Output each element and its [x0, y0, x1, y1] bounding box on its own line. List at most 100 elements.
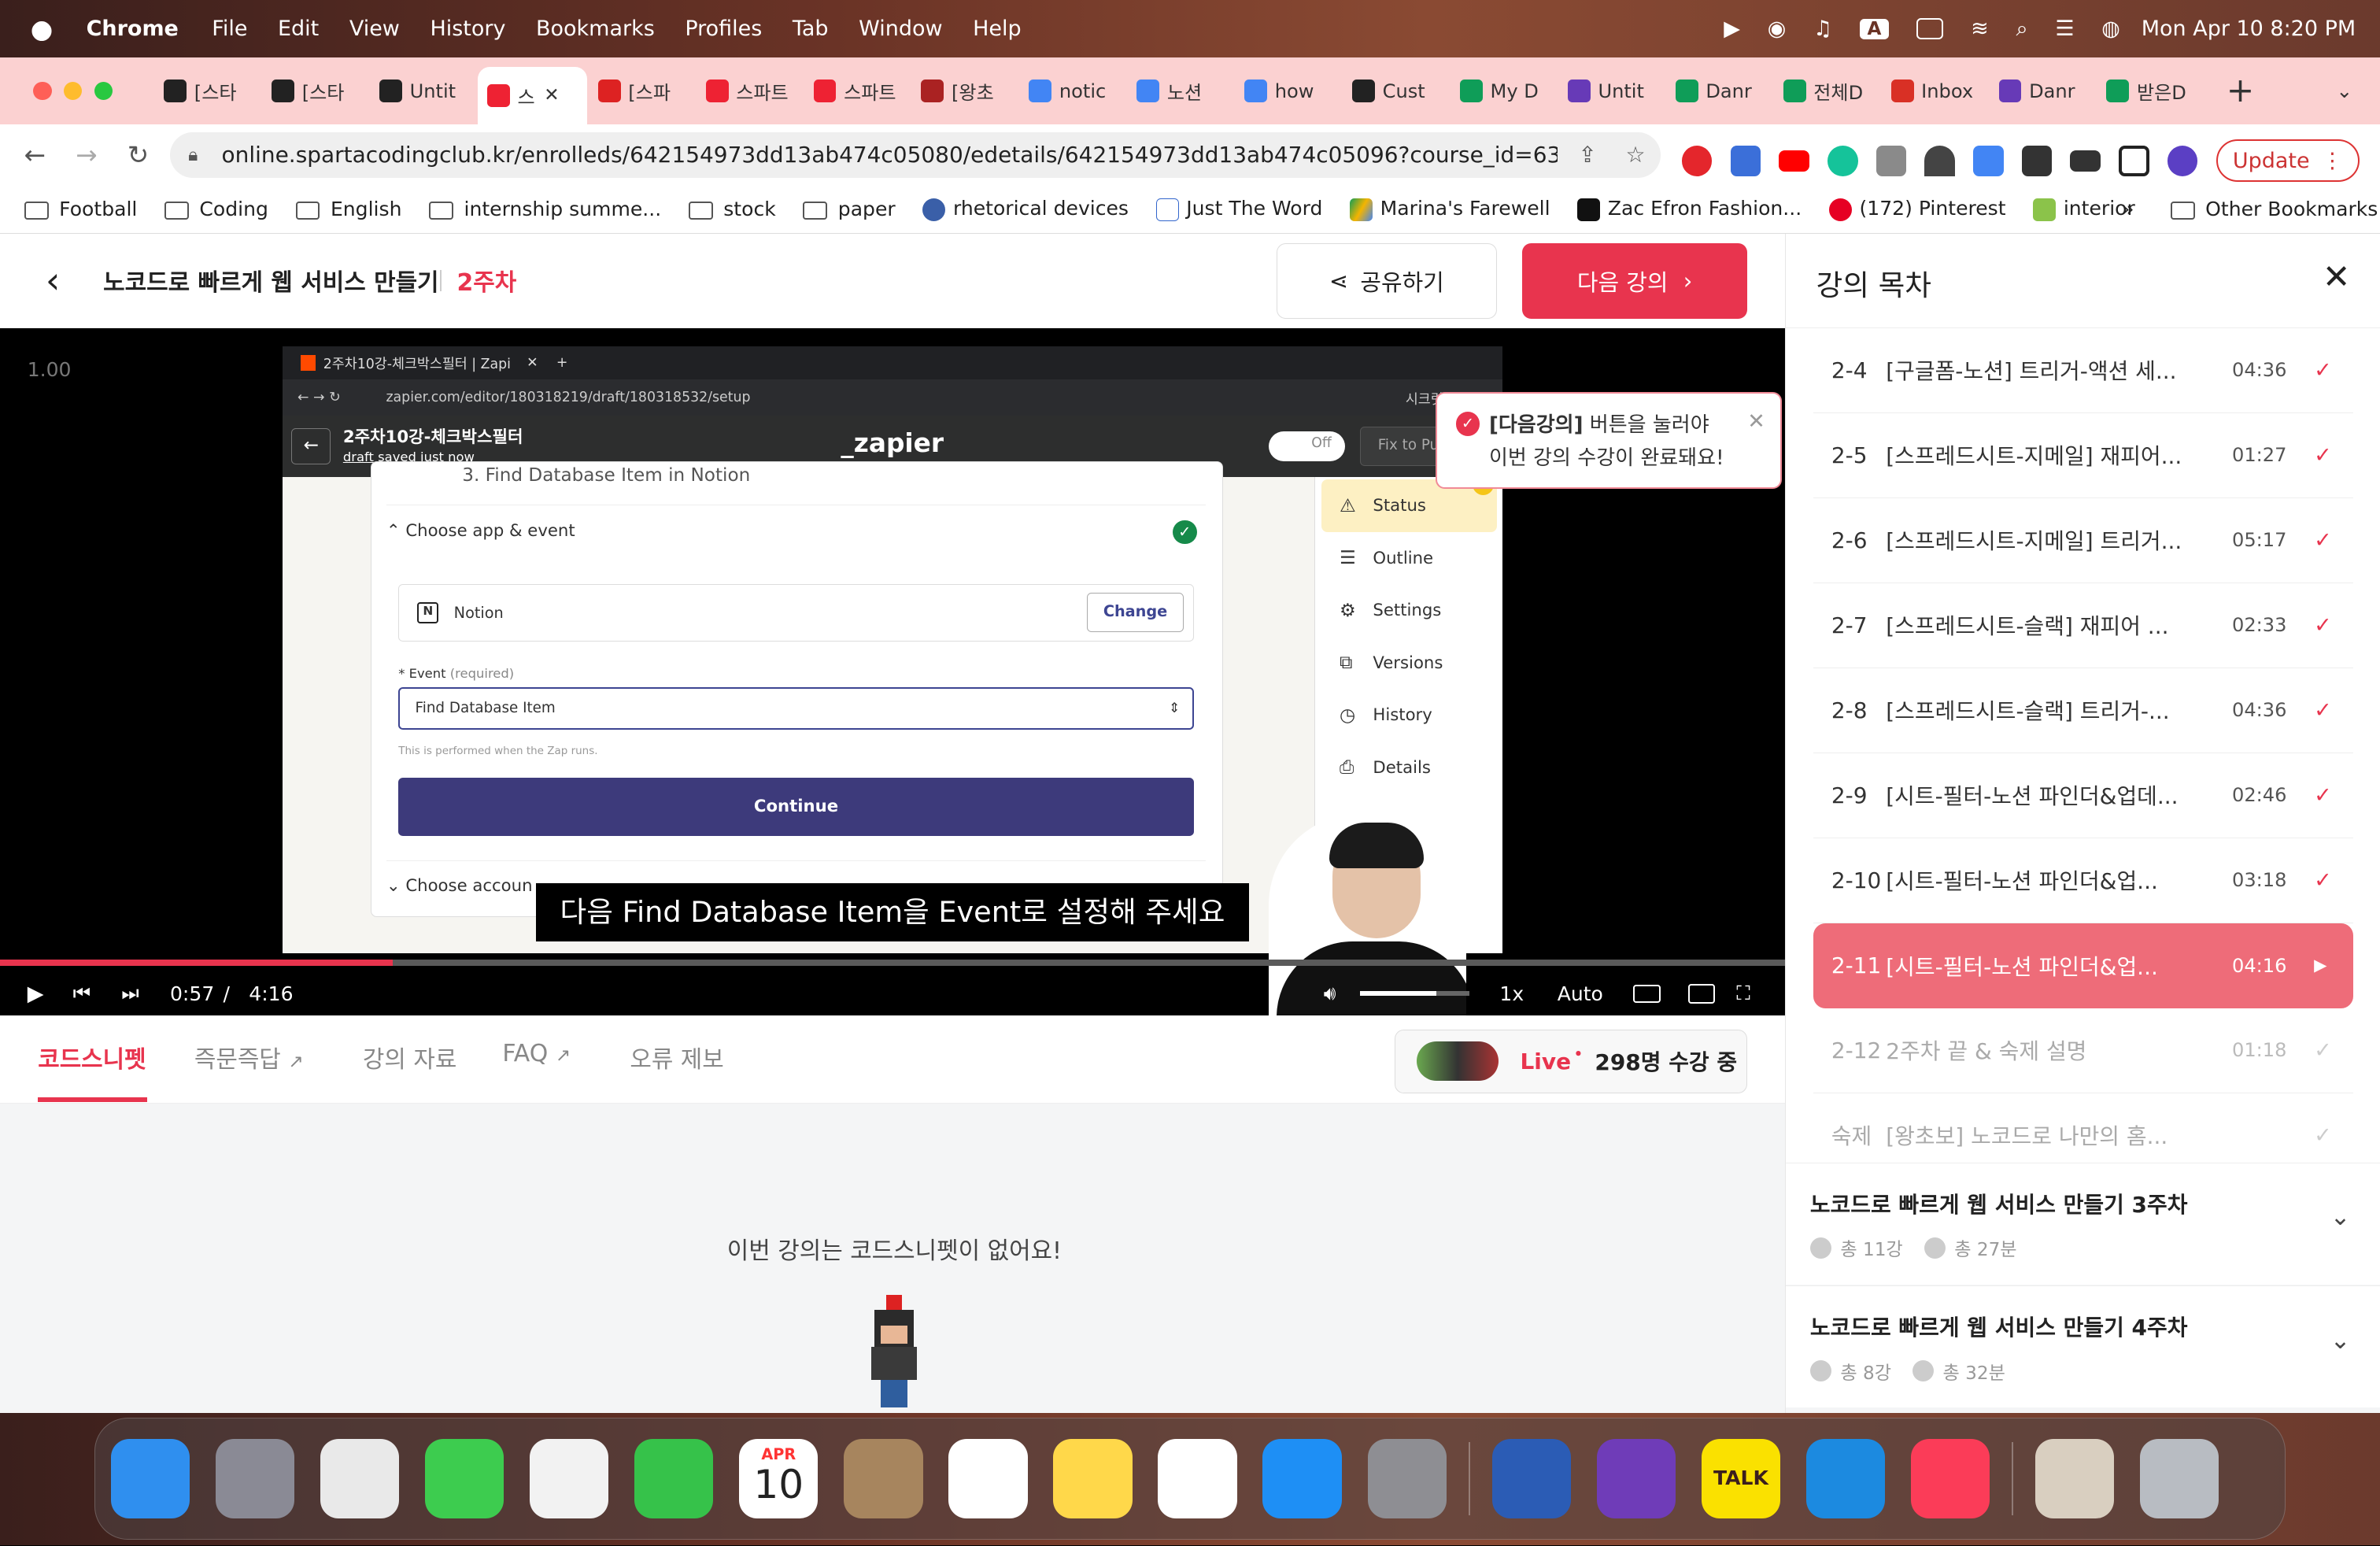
reminders-icon[interactable]: [948, 1439, 1028, 1518]
siri-icon[interactable]: ◍: [2101, 17, 2120, 41]
new-tab-button[interactable]: +: [2227, 72, 2255, 110]
tooltip-close-icon[interactable]: ✕: [1747, 405, 1765, 438]
video-progress-bar[interactable]: [0, 959, 1785, 966]
chat-status-icon[interactable]: ◉: [1768, 17, 1787, 41]
reload-button[interactable]: ↻: [118, 140, 157, 170]
kakaotalk-icon[interactable]: TALK: [1701, 1439, 1781, 1518]
minimize-window-button[interactable]: [63, 82, 83, 101]
lesson-item-2-8[interactable]: 2-8 [스프레드시트-슬랙] 트리거-... 04:36 ✓: [1813, 668, 2354, 753]
browser-tab-18[interactable]: Danr: [1990, 68, 2096, 114]
tab-search-chevron-icon[interactable]: ⌄: [2336, 80, 2352, 102]
menu-tab[interactable]: Tab: [793, 17, 829, 41]
browser-tab-9[interactable]: notic: [1020, 68, 1126, 114]
play-icon[interactable]: ▶: [28, 982, 44, 1006]
preview-icon[interactable]: [2035, 1439, 2115, 1518]
tab-code-snippet[interactable]: 코드스니펫: [38, 1040, 146, 1074]
browser-tab-13[interactable]: My D: [1451, 68, 1557, 114]
pip-icon[interactable]: [1687, 983, 1716, 1004]
menu-view[interactable]: View: [349, 17, 400, 41]
browser-tab-2[interactable]: [스타: [263, 68, 369, 114]
next-lesson-button[interactable]: 다음 강의 ›: [1522, 242, 1747, 319]
close-window-button[interactable]: [33, 82, 52, 101]
search-icon[interactable]: ⌕: [2016, 17, 2028, 42]
bookmark-coding[interactable]: Coding: [164, 198, 268, 220]
input-source-indicator[interactable]: A: [1859, 18, 1890, 39]
grammarly-icon[interactable]: [1827, 146, 1858, 176]
visualstudio-icon[interactable]: [1596, 1439, 1676, 1518]
reading-list-icon[interactable]: [2070, 150, 2101, 172]
photos-icon[interactable]: [530, 1439, 609, 1518]
music-icon[interactable]: [1910, 1439, 1990, 1518]
bookmark-pinterest[interactable]: (172) Pinterest: [1828, 197, 2006, 221]
bookmark-interior[interactable]: interior: [2033, 197, 2135, 221]
browser-tab-15[interactable]: Danr: [1666, 68, 1772, 114]
menu-app-name[interactable]: Chrome: [87, 17, 179, 41]
bookmark-zacefron[interactable]: Zac Efron Fashion...: [1577, 197, 1802, 221]
bookmark-rhetorical[interactable]: rhetorical devices: [922, 197, 1129, 221]
browser-tab-7[interactable]: 스파트: [804, 68, 911, 114]
bookmark-star-icon[interactable]: ☆: [1625, 142, 1645, 168]
bookmark-marina[interactable]: Marina's Farewell: [1350, 197, 1550, 221]
menu-window[interactable]: Window: [859, 17, 942, 41]
browser-tab-5[interactable]: [스파: [589, 68, 695, 114]
menubar-clock[interactable]: Mon Apr 10 8:20 PM: [2142, 17, 2356, 41]
bookmark-stock[interactable]: stock: [688, 198, 776, 220]
bookmarks-overflow-button[interactable]: »: [2122, 198, 2134, 220]
browser-tab-8[interactable]: [왕초: [912, 68, 1018, 114]
fullscreen-icon[interactable]: ⛶: [1736, 982, 1750, 1006]
translate-ext-icon[interactable]: [1730, 146, 1761, 176]
lesson-item-2-5[interactable]: 2-5 [스프레드시트-지메일] 재피어... 01:27 ✓: [1813, 413, 2354, 498]
bookmark-paper[interactable]: paper: [803, 198, 896, 220]
vscode-icon[interactable]: [1805, 1439, 1886, 1518]
bookmark-english[interactable]: English: [295, 198, 401, 220]
back-chevron-icon[interactable]: ‹: [46, 259, 61, 301]
freeform-icon[interactable]: [1158, 1439, 1237, 1518]
menu-file[interactable]: File: [212, 17, 247, 41]
volume-slider[interactable]: [1359, 991, 1469, 997]
youtube-ext-icon[interactable]: [1779, 150, 1809, 172]
apple-icon[interactable]: ●: [31, 14, 54, 44]
profile-avatar[interactable]: [2167, 146, 2198, 176]
browser-tab-3[interactable]: Untit: [370, 68, 476, 114]
forward-button[interactable]: →: [67, 140, 106, 170]
chrome-icon[interactable]: [320, 1439, 400, 1518]
adblock-icon[interactable]: [1681, 146, 1713, 176]
extensions-puzzle-icon[interactable]: [2021, 146, 2053, 176]
tab-faq[interactable]: FAQ ↗: [502, 1040, 571, 1067]
lesson-item-2-6[interactable]: 2-6 [스프레드시트-지메일] 트리거... 05:17 ✓: [1813, 498, 2354, 583]
browser-tab-6[interactable]: 스파트: [697, 68, 803, 114]
finder-icon[interactable]: [110, 1439, 190, 1518]
contacts-icon[interactable]: [844, 1439, 923, 1518]
address-bar[interactable]: 🔒︎ online.spartacodingclub.kr/enrolleds/…: [169, 131, 1661, 178]
facetime-icon[interactable]: [634, 1439, 714, 1518]
lesson-item-2-10[interactable]: 2-10 [시트-필터-노션 파인더&업... 03:18 ✓: [1813, 838, 2354, 923]
wifi-icon[interactable]: ≋: [1971, 17, 1989, 41]
skip-forward-icon[interactable]: ⏭︎: [121, 982, 139, 1006]
browser-tab-14[interactable]: Untit: [1558, 68, 1665, 114]
bookmark-justtheword[interactable]: Just The Word: [1155, 197, 1322, 221]
tab-qna[interactable]: 즉문즉답 ↗: [194, 1040, 304, 1074]
volume-icon[interactable]: 🔊︎: [1324, 982, 1336, 1006]
bookmark-football[interactable]: Football: [24, 198, 137, 220]
update-button[interactable]: Update ⋮: [2216, 139, 2360, 183]
share-page-icon[interactable]: ⇪: [1578, 142, 1596, 168]
calendar-icon[interactable]: APR 10: [739, 1439, 819, 1518]
settings-icon[interactable]: [1367, 1439, 1447, 1518]
image-ext-icon[interactable]: [1876, 146, 1907, 176]
lesson-item-2-9[interactable]: 2-9 [시트-필터-노션 파인더&업데... 02:46 ✓: [1813, 753, 2354, 838]
menu-bookmarks[interactable]: Bookmarks: [536, 17, 655, 41]
tab-close-icon[interactable]: ✕: [544, 85, 559, 105]
quality-selector[interactable]: Auto: [1558, 982, 1603, 1005]
skip-back-icon[interactable]: ⏮︎: [73, 982, 91, 1006]
battery-icon[interactable]: [1916, 18, 1944, 40]
browser-tab-4[interactable]: 스 ✕: [478, 66, 588, 125]
appstore-icon[interactable]: [1262, 1439, 1342, 1518]
arc-ext-icon[interactable]: [1924, 146, 1955, 176]
other-bookmarks[interactable]: Other Bookmarks: [2170, 198, 2378, 220]
browser-tab-1[interactable]: [스타: [155, 68, 261, 114]
word-icon[interactable]: [1491, 1439, 1571, 1518]
captions-icon[interactable]: [1633, 984, 1661, 1003]
browser-tab-17[interactable]: Inbox: [1882, 68, 1988, 114]
play-status-icon[interactable]: ▶: [1724, 17, 1740, 41]
playback-rate[interactable]: 1x: [1499, 982, 1524, 1005]
